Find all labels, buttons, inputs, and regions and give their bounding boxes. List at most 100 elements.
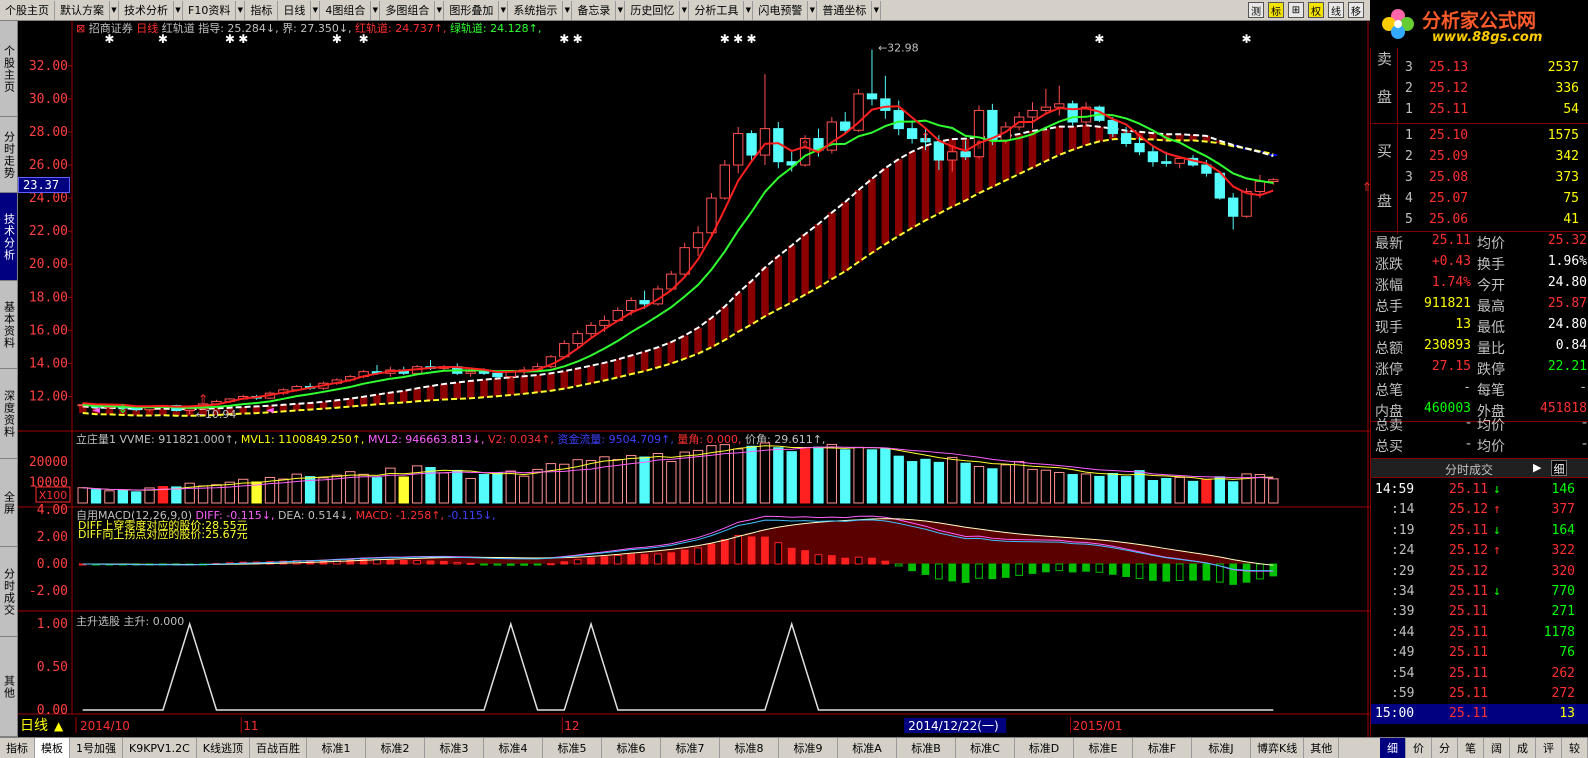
left-tab-2[interactable]: 技术分析 bbox=[0, 193, 18, 281]
toolbar-btn-5[interactable]: 日线 bbox=[278, 0, 312, 20]
orderbook-sell-row[interactable]: 3 25.13 2537 bbox=[1371, 60, 1588, 78]
bottom-tab-14[interactable]: 标准9 bbox=[779, 738, 838, 758]
bottom-tab-11[interactable]: 标准6 bbox=[602, 738, 661, 758]
toolbar-btn-7[interactable]: 多图组合 bbox=[380, 0, 436, 20]
tick-row[interactable]: :29 25.12 320 bbox=[1371, 562, 1588, 582]
tick-row[interactable]: :19 25.11 ↓ 164 bbox=[1371, 521, 1588, 541]
tick-row[interactable]: :24 25.12 ↑ 322 bbox=[1371, 541, 1588, 561]
toolbar-btn-3[interactable]: F10资料 bbox=[183, 0, 237, 20]
bottom-right-tab-5[interactable]: 成 bbox=[1510, 738, 1536, 758]
toolbar-dropdown-icon[interactable]: ▼ bbox=[808, 0, 818, 20]
tick-row[interactable]: :54 25.11 262 bbox=[1371, 664, 1588, 684]
toolbar-btn-11[interactable]: 历史回忆 bbox=[625, 0, 681, 20]
toolbar-dropdown-icon[interactable]: ▼ bbox=[174, 0, 183, 20]
bottom-tab-16[interactable]: 标准B bbox=[897, 738, 956, 758]
bottom-tab-8[interactable]: 标准3 bbox=[425, 738, 484, 758]
bottom-right-tab-6[interactable]: 评 bbox=[1536, 738, 1562, 758]
bottom-tab-20[interactable]: 标准F bbox=[1133, 738, 1192, 758]
toolbar-btn-4[interactable]: 指标 bbox=[245, 0, 279, 20]
tick-row[interactable]: :14 25.12 ↑ 377 bbox=[1371, 500, 1588, 520]
toolbar-btn-9[interactable]: 系统指示 bbox=[508, 0, 564, 20]
toolbar-toggle-2[interactable]: ⊞ bbox=[1288, 2, 1304, 18]
toolbar-toggle-1[interactable]: 标 bbox=[1268, 2, 1284, 18]
left-tab-7[interactable]: 其他 bbox=[0, 637, 18, 737]
orderbook-buy-row[interactable]: 5 25.06 41 bbox=[1371, 212, 1588, 230]
bottom-tab-10[interactable]: 标准5 bbox=[543, 738, 602, 758]
toolbar-dropdown-icon[interactable]: ▼ bbox=[616, 0, 626, 20]
orderbook-sell-row[interactable]: 2 25.12 336 bbox=[1371, 81, 1588, 99]
bottom-tab-17[interactable]: 标准C bbox=[956, 738, 1015, 758]
toolbar-dropdown-icon[interactable]: ▼ bbox=[563, 0, 573, 20]
orderbook-buy-row[interactable]: 3 25.08 373 bbox=[1371, 170, 1588, 188]
bottom-tab-5[interactable]: 百战百胜 bbox=[250, 738, 307, 758]
chart-area[interactable]: 32.00 30.00 28.00 26.00 24.00 22.00 20.00 18.00… bbox=[18, 21, 1370, 737]
orderbook-buy-row[interactable]: 1 25.10 1575 bbox=[1371, 128, 1588, 146]
period-toggle-icon[interactable]: ▲ bbox=[54, 719, 64, 733]
toolbar-dropdown-icon[interactable]: ▼ bbox=[435, 0, 445, 20]
toolbar-dropdown-icon[interactable]: ▼ bbox=[236, 0, 246, 20]
bottom-right-tab-7[interactable]: 较 bbox=[1562, 738, 1588, 758]
bottom-tab-19[interactable]: 标准E bbox=[1074, 738, 1133, 758]
bottom-tab-6[interactable]: 标准1 bbox=[307, 738, 366, 758]
tick-row[interactable]: :34 25.11 ↓ 770 bbox=[1371, 582, 1588, 602]
toolbar-toggle-3[interactable]: 权 bbox=[1308, 2, 1324, 18]
toolbar-btn-10[interactable]: 备忘录 bbox=[572, 0, 617, 20]
bottom-right-tab-1[interactable]: 价 bbox=[1406, 738, 1432, 758]
bottom-tab-23[interactable]: 其他 bbox=[1304, 738, 1340, 758]
bottom-tab-0[interactable]: 指标 bbox=[0, 738, 35, 758]
bottom-tab-13[interactable]: 标准8 bbox=[720, 738, 779, 758]
toolbar-btn-0[interactable]: 个股主页 bbox=[0, 0, 55, 20]
bottom-tab-9[interactable]: 标准4 bbox=[484, 738, 543, 758]
left-tab-5[interactable]: 全屏 bbox=[0, 459, 18, 547]
left-tab-4[interactable]: 深度资料 bbox=[0, 369, 18, 459]
bottom-tab-3[interactable]: K9KPV1.2C bbox=[123, 738, 197, 758]
orderbook-buy-row[interactable]: 2 25.09 342 bbox=[1371, 149, 1588, 167]
collapse-icon[interactable]: ⊠ bbox=[76, 22, 89, 35]
left-tab-0[interactable]: 个股主页 bbox=[0, 21, 18, 117]
tick-row[interactable]: :49 25.11 76 bbox=[1371, 643, 1588, 663]
toolbar-toggle-0[interactable]: 测 bbox=[1248, 2, 1264, 18]
toolbar-btn-1[interactable]: 默认方案 bbox=[55, 0, 110, 20]
bottom-tab-1[interactable]: 模板 bbox=[35, 738, 70, 758]
toolbar-btn-12[interactable]: 分析工具 bbox=[689, 0, 745, 20]
bottom-tab-18[interactable]: 标准D bbox=[1015, 738, 1074, 758]
toolbar-btn-2[interactable]: 技术分析 bbox=[119, 0, 174, 20]
toolbar-dropdown-icon[interactable]: ▼ bbox=[311, 0, 321, 20]
stat-label: 总买 bbox=[1375, 439, 1403, 455]
left-tab-3[interactable]: 基本资料 bbox=[0, 281, 18, 369]
toolbar-btn-6[interactable]: 4图组合 bbox=[320, 0, 372, 20]
toolbar-toggle-5[interactable]: 移 bbox=[1348, 2, 1364, 18]
orderbook-buy-row[interactable]: 4 25.07 75 bbox=[1371, 191, 1588, 209]
bottom-right-tab-3[interactable]: 笔 bbox=[1458, 738, 1484, 758]
toolbar-dropdown-icon[interactable]: ▼ bbox=[872, 0, 882, 20]
tick-row[interactable]: 14:59 25.11 ↓ 146 bbox=[1371, 480, 1588, 500]
tick-row[interactable]: :59 25.11 272 bbox=[1371, 684, 1588, 704]
toolbar-btn-13[interactable]: 闪电预警 bbox=[753, 0, 809, 20]
toolbar-dropdown-icon[interactable]: ▼ bbox=[680, 0, 690, 20]
toolbar-dropdown-icon[interactable]: ▼ bbox=[499, 0, 509, 20]
bottom-tab-2[interactable]: 1号加强 bbox=[70, 738, 123, 758]
bottom-tab-21[interactable]: 标准J bbox=[1192, 738, 1251, 758]
bottom-right-tab-0[interactable]: 细 bbox=[1380, 738, 1406, 758]
toolbar-btn-8[interactable]: 图形叠加 bbox=[444, 0, 500, 20]
bottom-right-tab-2[interactable]: 分 bbox=[1432, 738, 1458, 758]
toolbar-btn-14[interactable]: 普通坐标 bbox=[817, 0, 873, 20]
bottom-tab-22[interactable]: 博弈K线 bbox=[1251, 738, 1305, 758]
tick-row[interactable]: :44 25.11 1178 bbox=[1371, 623, 1588, 643]
orderbook-sell-row[interactable]: 1 25.11 54 bbox=[1371, 102, 1588, 120]
play-icon[interactable]: ▶ bbox=[1533, 461, 1541, 474]
ticks-detail-button[interactable]: 细 bbox=[1551, 460, 1567, 476]
tick-row[interactable]: :39 25.11 271 bbox=[1371, 602, 1588, 622]
toolbar-dropdown-icon[interactable]: ▼ bbox=[110, 0, 119, 20]
bottom-tab-7[interactable]: 标准2 bbox=[366, 738, 425, 758]
bottom-tab-12[interactable]: 标准7 bbox=[661, 738, 720, 758]
toolbar-dropdown-icon[interactable]: ▼ bbox=[371, 0, 381, 20]
bottom-tab-4[interactable]: K线逃顶 bbox=[197, 738, 250, 758]
left-tab-6[interactable]: 分时成交 bbox=[0, 547, 18, 637]
toolbar-toggle-4[interactable]: 线 bbox=[1328, 2, 1344, 18]
tick-row[interactable]: 15:00 25.11 13 bbox=[1371, 704, 1588, 725]
toolbar-dropdown-icon[interactable]: ▼ bbox=[744, 0, 754, 20]
bottom-right-tab-4[interactable]: 阔 bbox=[1484, 738, 1510, 758]
left-tab-1[interactable]: 分时走势 bbox=[0, 117, 18, 193]
bottom-tab-15[interactable]: 标准A bbox=[838, 738, 897, 758]
